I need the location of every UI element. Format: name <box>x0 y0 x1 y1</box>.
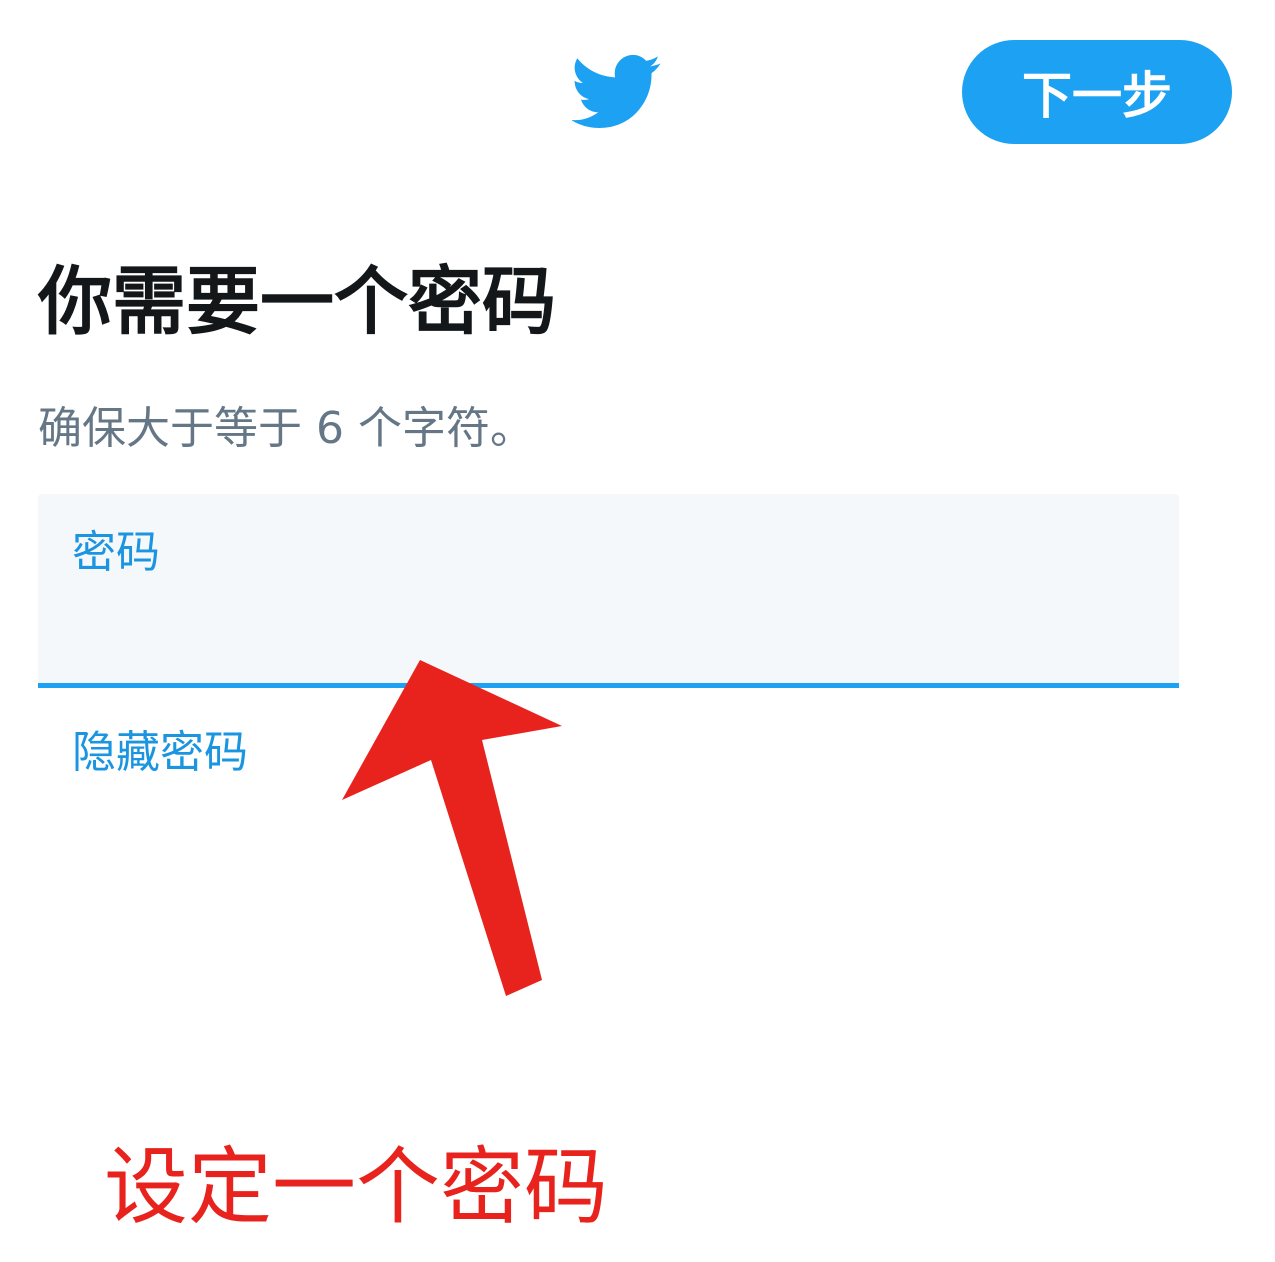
next-button[interactable]: 下一步 <box>962 40 1232 144</box>
password-field[interactable]: 密码 <box>38 494 1179 688</box>
red-arrow-up-icon <box>342 660 562 996</box>
page-title: 你需要一个密码 <box>38 259 556 345</box>
hide-password-link[interactable]: 隐藏密码 <box>72 716 248 780</box>
password-input[interactable] <box>72 592 1132 662</box>
password-requirement-text: 确保大于等于 6 个字符。 <box>38 403 534 454</box>
twitter-bird-icon <box>572 54 661 128</box>
annotation-text: 设定一个密码 <box>104 1138 609 1236</box>
password-field-label: 密码 <box>72 527 160 578</box>
